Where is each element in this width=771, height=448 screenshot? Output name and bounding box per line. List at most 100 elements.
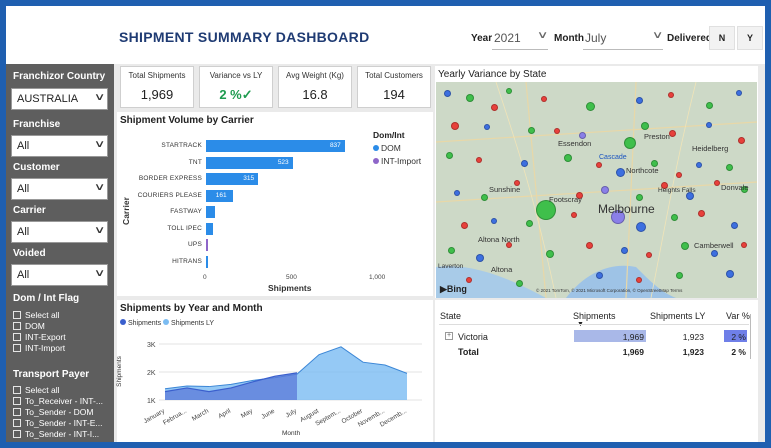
map-marker[interactable] — [726, 270, 734, 278]
map-marker[interactable] — [646, 252, 652, 258]
map-marker[interactable] — [448, 247, 455, 254]
map-marker[interactable] — [516, 280, 523, 287]
year-dropdown[interactable]: 2021 ∨ — [492, 26, 548, 50]
map-marker[interactable] — [671, 214, 678, 221]
map-marker[interactable] — [698, 210, 705, 217]
carrier-bar[interactable] — [206, 222, 214, 235]
transport-payer-option[interactable]: To_Sender - DOM — [13, 406, 94, 417]
map-marker[interactable] — [624, 137, 636, 149]
delivered-y-button[interactable]: Y — [737, 26, 763, 50]
map-marker[interactable] — [476, 254, 484, 262]
map-marker[interactable] — [526, 220, 533, 227]
map-marker[interactable] — [676, 272, 683, 279]
map-marker[interactable] — [541, 96, 547, 102]
map-marker[interactable] — [554, 128, 560, 134]
table-header-state[interactable]: State — [440, 311, 461, 321]
checkbox[interactable] — [13, 343, 21, 352]
map-marker[interactable] — [726, 164, 733, 171]
carrier-bar[interactable] — [206, 140, 345, 152]
map-marker[interactable] — [571, 212, 577, 218]
map-marker[interactable] — [736, 90, 742, 96]
map-marker[interactable] — [731, 222, 738, 229]
map-marker[interactable] — [484, 124, 490, 130]
map-marker[interactable] — [476, 157, 482, 163]
checkbox[interactable] — [13, 310, 21, 319]
map-marker[interactable] — [596, 162, 602, 168]
franchise-dropdown[interactable]: All ∨ — [11, 135, 108, 157]
map-marker[interactable] — [636, 277, 642, 283]
voided-dropdown[interactable]: All ∨ — [11, 264, 108, 286]
dom-int-option[interactable]: INT-Export — [13, 331, 66, 342]
map-marker[interactable] — [681, 242, 689, 250]
map-marker[interactable] — [711, 250, 718, 257]
checkbox[interactable] — [13, 429, 21, 438]
map-marker[interactable] — [446, 152, 453, 159]
map-marker[interactable] — [564, 154, 572, 162]
table-scrollbar[interactable] — [750, 314, 751, 359]
carrier-dropdown[interactable]: All ∨ — [11, 221, 108, 243]
map-marker[interactable] — [528, 127, 535, 134]
variance-map[interactable]: Essendon Preston Heidelberg Cascade Nort… — [436, 82, 757, 298]
map-marker[interactable] — [636, 194, 643, 201]
map-marker[interactable] — [706, 122, 712, 128]
transport-payer-option[interactable]: To_Sender - INT-I... — [13, 428, 99, 439]
legend-item-int-import[interactable]: INT-Import — [373, 156, 421, 166]
map-marker[interactable] — [461, 222, 468, 229]
legend-item-dom[interactable]: DOM — [373, 143, 401, 153]
checkbox[interactable] — [13, 407, 21, 416]
map-marker[interactable] — [668, 92, 674, 98]
map-marker[interactable] — [451, 122, 459, 130]
carrier-bar[interactable] — [206, 255, 208, 268]
map-marker[interactable] — [669, 130, 676, 137]
dom-int-option[interactable]: DOM — [13, 320, 45, 331]
franchizor-country-dropdown[interactable]: AUSTRALIA ∨ — [11, 88, 108, 110]
dom-int-option[interactable]: INT-Import — [13, 342, 65, 353]
checkbox[interactable] — [13, 418, 21, 427]
map-marker[interactable] — [466, 94, 474, 102]
map-marker[interactable] — [741, 242, 747, 248]
map-marker[interactable] — [641, 122, 649, 130]
map-marker[interactable] — [696, 162, 702, 168]
transport-payer-option[interactable]: To_Sender - INT-E... — [13, 417, 102, 428]
checkbox[interactable] — [13, 321, 21, 330]
checkbox[interactable] — [13, 385, 21, 394]
map-marker[interactable] — [586, 242, 593, 249]
map-marker[interactable] — [636, 97, 643, 104]
transport-payer-option[interactable]: Select all — [13, 384, 60, 395]
map-marker[interactable] — [481, 194, 488, 201]
map-marker[interactable] — [621, 247, 628, 254]
map-marker[interactable] — [738, 137, 745, 144]
checkbox[interactable] — [13, 396, 21, 405]
transport-payer-option[interactable]: To_Receiver - INT-... — [13, 395, 103, 406]
map-marker[interactable] — [596, 272, 603, 279]
map-marker[interactable] — [521, 160, 528, 167]
map-marker[interactable] — [454, 190, 460, 196]
map-marker[interactable] — [491, 218, 497, 224]
delivered-n-button[interactable]: N — [709, 26, 735, 50]
map-marker[interactable] — [546, 250, 554, 258]
map-marker[interactable] — [586, 102, 595, 111]
map-marker[interactable] — [444, 90, 451, 97]
map-marker[interactable] — [466, 277, 472, 283]
map-marker[interactable] — [506, 88, 512, 94]
map-marker[interactable] — [616, 168, 625, 177]
table-header-shipments[interactable]: Shipments — [573, 311, 616, 321]
delivered-filter-label: Delivered — [667, 33, 713, 44]
customer-dropdown[interactable]: All ∨ — [11, 178, 108, 200]
bar-data-label: 523 — [277, 158, 289, 166]
map-marker[interactable] — [636, 222, 646, 232]
expand-icon[interactable]: + — [445, 332, 453, 340]
map-marker[interactable] — [676, 172, 682, 178]
map-marker[interactable] — [491, 104, 498, 111]
map-marker[interactable] — [601, 186, 609, 194]
carrier-bar[interactable] — [206, 239, 208, 251]
month-dropdown[interactable]: July ∨ — [583, 26, 663, 50]
table-header-shipments-ly[interactable]: Shipments LY — [650, 311, 705, 321]
map-marker[interactable] — [714, 180, 720, 186]
map-marker[interactable] — [706, 102, 713, 109]
checkbox[interactable] — [13, 332, 21, 341]
carrier-bar[interactable] — [206, 206, 216, 218]
map-marker[interactable] — [579, 132, 586, 139]
dom-int-option[interactable]: Select all — [13, 309, 60, 320]
table-header-var[interactable]: Var % — [726, 311, 750, 321]
